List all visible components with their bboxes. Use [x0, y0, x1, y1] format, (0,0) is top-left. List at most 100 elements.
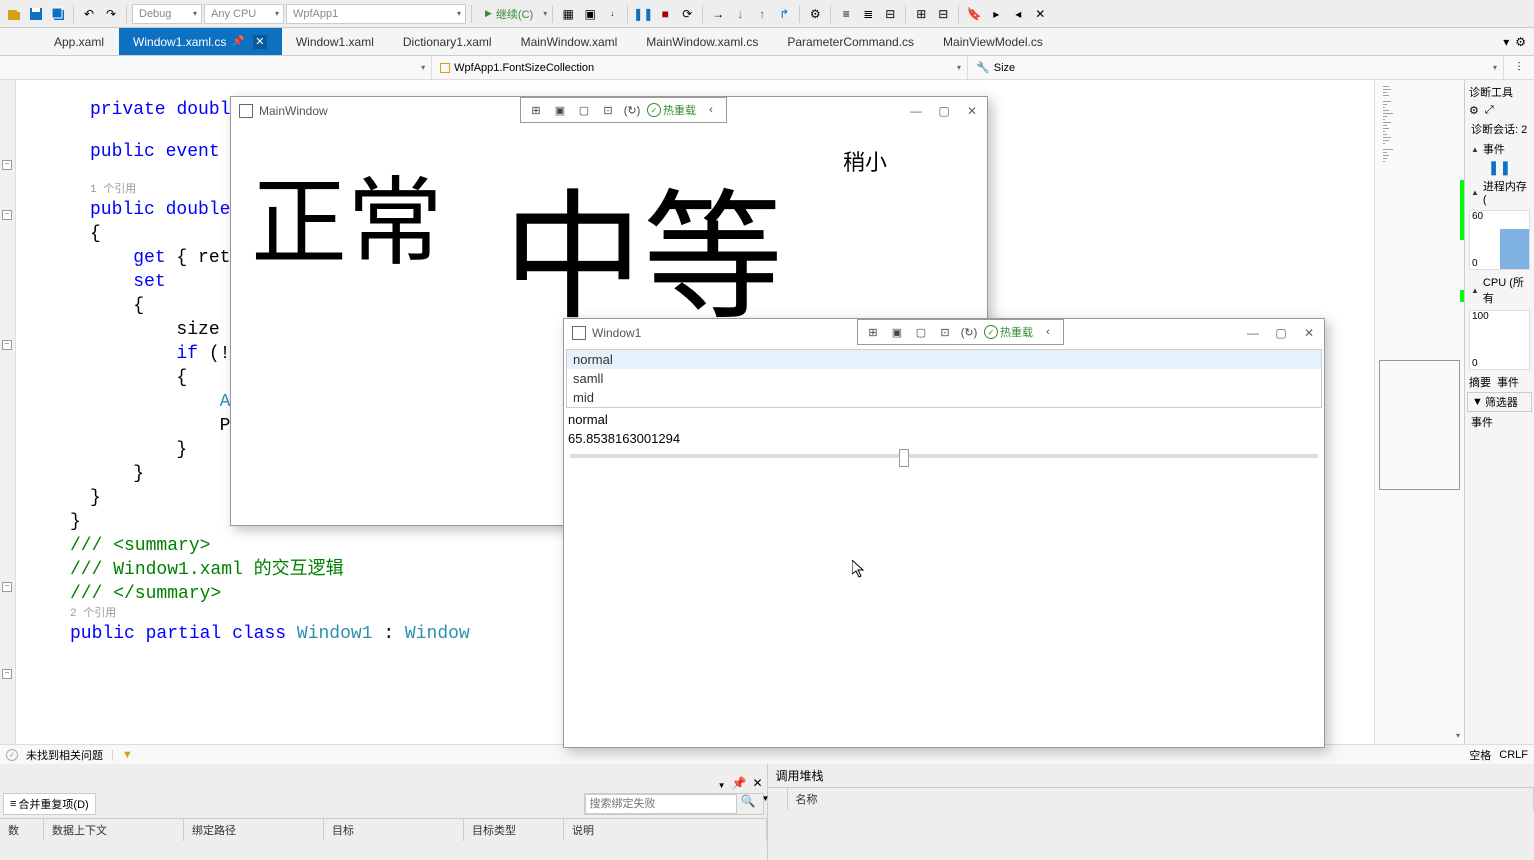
step-icon[interactable]: ↱ [774, 4, 794, 24]
format-icon[interactable]: ⊟ [880, 4, 900, 24]
tab-overflow-icon[interactable]: ▾ [1503, 35, 1509, 49]
tab-app-xaml[interactable]: App.xaml [40, 28, 119, 55]
memory-chart: 60 0 [1469, 210, 1530, 270]
cpu-chart: 100 0 [1469, 310, 1530, 370]
selected-label: normal [564, 410, 1324, 429]
app-icon [239, 104, 253, 118]
tab-window1-xaml[interactable]: Window1.xaml [282, 28, 389, 55]
debug-overlay-toolbar: ⊞ ▣ ▢ ⊡ (↻) 热重载 ‹ [857, 319, 1064, 345]
merge-dup-button[interactable]: ≡ 合并重复项(D) [3, 793, 96, 815]
debug-overlay-toolbar: ⊞ ▣ ▢ ⊡ (↻) 热重载 ‹ [520, 97, 727, 123]
format-icon[interactable]: ≡ [836, 4, 856, 24]
comment-icon[interactable]: ⊟ [933, 4, 953, 24]
step-icon[interactable]: ↑ [752, 4, 772, 24]
save-icon[interactable] [26, 4, 46, 24]
platform-combo[interactable]: Any CPU [204, 4, 284, 24]
crlf-indicator[interactable]: CRLF [1499, 749, 1528, 761]
restart-icon[interactable]: ⟳ [677, 4, 697, 24]
app-icon [572, 326, 586, 340]
select-icon[interactable]: ▣ [551, 101, 569, 119]
step-icon[interactable]: → [708, 4, 728, 24]
summary-tab[interactable]: 摘要 [1469, 374, 1491, 390]
separator [830, 5, 831, 23]
save-all-icon[interactable] [48, 4, 68, 24]
lightbulb-icon[interactable]: ▼ [122, 749, 133, 761]
list-item[interactable]: mid [567, 388, 1321, 407]
minimize-button[interactable]: — [1246, 326, 1260, 340]
pin-icon[interactable]: 📌 [232, 36, 244, 47]
bookmark-icon[interactable]: ✕ [1030, 4, 1050, 24]
chevron-down-icon[interactable]: ▾ [1456, 731, 1460, 740]
gear-icon[interactable]: ⚙ [1469, 104, 1479, 117]
tab-mainviewmodel[interactable]: MainViewModel.cs [929, 28, 1058, 55]
spaces-indicator[interactable]: 空格 [1469, 747, 1491, 763]
pause-icon[interactable]: ❚❚ [633, 4, 653, 24]
pin-icon[interactable]: 📌 [731, 776, 746, 790]
maximize-button[interactable]: ▢ [937, 104, 951, 118]
pause-icon[interactable]: ❚❚ [1467, 159, 1532, 176]
binding-icon[interactable]: (↻) [960, 323, 978, 341]
separator [471, 5, 472, 23]
search-input[interactable] [585, 794, 737, 814]
separator [905, 5, 906, 23]
expand-icon[interactable]: ⤢ [1485, 104, 1494, 117]
listbox[interactable]: normal samll mid [566, 349, 1322, 408]
issues-icon[interactable]: ✓ [6, 749, 18, 761]
step-icon[interactable]: ↓ [730, 4, 750, 24]
redo-icon[interactable]: ↷ [101, 4, 121, 24]
track-icon[interactable]: ⊡ [599, 101, 617, 119]
bookmark-icon[interactable]: ▸ [986, 4, 1006, 24]
tool-icon[interactable]: ↓ [602, 4, 622, 24]
track-icon[interactable]: ⊡ [936, 323, 954, 341]
select-icon[interactable]: ▣ [888, 323, 906, 341]
slider-thumb[interactable] [899, 449, 909, 467]
layout-icon[interactable]: ▢ [575, 101, 593, 119]
format-icon[interactable]: ≣ [858, 4, 878, 24]
tab-mainwindow-xaml[interactable]: MainWindow.xaml [507, 28, 633, 55]
startup-combo[interactable]: WpfApp1 [286, 4, 466, 24]
continue-button[interactable]: 继续(C) [477, 6, 541, 22]
list-item[interactable]: normal [567, 350, 1321, 369]
maximize-button[interactable]: ▢ [1274, 326, 1288, 340]
collapse-icon[interactable]: ‹ [1039, 323, 1057, 341]
code-minimap[interactable]: ▬▬▬▬▬▬▬▬▬▬▬▬▬▬▬▬▬▬▬▬▬▬▬▬▬▬▬▬▬▬▬▬▬▬▬▬▬▬▬▬… [1374, 80, 1464, 744]
tab-dictionary1[interactable]: Dictionary1.xaml [389, 28, 507, 55]
tab-settings-icon[interactable]: ⚙ [1515, 35, 1526, 49]
config-combo[interactable]: Debug [132, 4, 202, 24]
close-icon[interactable]: ✕ [752, 776, 762, 790]
dropdown-icon[interactable]: ▼ [718, 781, 726, 790]
nav-class-combo[interactable]: WpfApp1.FontSizeCollection [432, 56, 968, 79]
undo-icon[interactable]: ↶ [79, 4, 99, 24]
bookmark-icon[interactable]: 🔖 [964, 4, 984, 24]
tab-mainwindow-cs[interactable]: MainWindow.xaml.cs [632, 28, 773, 55]
tab-window1-cs[interactable]: Window1.xaml.cs📌✕ [119, 28, 282, 55]
hot-reload-button[interactable]: 热重载 [647, 102, 696, 118]
issues-text[interactable]: 未找到相关问题 [26, 747, 103, 763]
close-button[interactable]: ✕ [965, 104, 979, 118]
filter-button[interactable]: ▼筛选器 [1467, 392, 1532, 412]
collapse-icon[interactable]: ‹ [702, 101, 720, 119]
tool-icon[interactable]: ▦ [558, 4, 578, 24]
list-item[interactable]: samll [567, 369, 1321, 388]
nav-member-combo[interactable]: 🔧Size [968, 56, 1504, 79]
comment-icon[interactable]: ⊞ [911, 4, 931, 24]
stop-icon[interactable]: ■ [655, 4, 675, 24]
hot-reload-button[interactable]: 热重载 [984, 324, 1033, 340]
open-icon[interactable] [4, 4, 24, 24]
tool-icon[interactable]: ▣ [580, 4, 600, 24]
split-icon[interactable]: ⫶ [1504, 56, 1534, 79]
binding-icon[interactable]: (↻) [623, 101, 641, 119]
minimize-button[interactable]: — [909, 104, 923, 118]
visual-tree-icon[interactable]: ⊞ [864, 323, 882, 341]
layout-icon[interactable]: ▢ [912, 323, 930, 341]
close-icon[interactable]: ✕ [253, 35, 267, 49]
slider[interactable] [570, 454, 1318, 458]
close-button[interactable]: ✕ [1302, 326, 1316, 340]
events-tab[interactable]: 事件 [1497, 374, 1519, 390]
visual-tree-icon[interactable]: ⊞ [527, 101, 545, 119]
bookmark-icon[interactable]: ◂ [1008, 4, 1028, 24]
tool-icon[interactable]: ⚙ [805, 4, 825, 24]
search-icon[interactable]: 🔍 [737, 794, 760, 814]
tab-parametercommand[interactable]: ParameterCommand.cs [773, 28, 929, 55]
nav-scope-combo[interactable] [0, 56, 432, 79]
